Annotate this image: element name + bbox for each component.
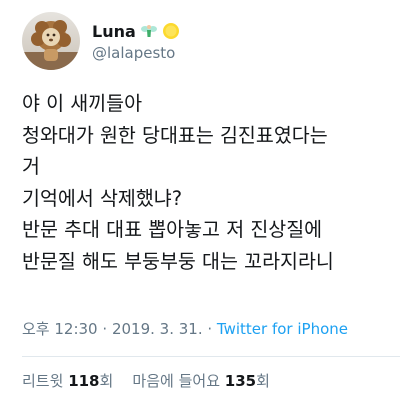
likes-stat[interactable]: 마음에 들어요 135회 <box>132 372 269 390</box>
sun-icon <box>162 22 180 40</box>
tweet-time[interactable]: 오후 12:30 <box>22 320 98 338</box>
tweet-line: 거 <box>22 155 40 178</box>
tweet-date[interactable]: 2019. 3. 31. <box>112 320 203 338</box>
tweet-line: 반문질 해도 부둥부둥 대는 꼬라지라니 <box>22 249 334 273</box>
avatar[interactable] <box>22 12 80 70</box>
retweets-count: 118 <box>68 372 100 390</box>
meta-separator: · <box>207 320 217 338</box>
fairy-icon <box>140 22 158 40</box>
user-handle[interactable]: @lalapesto <box>92 44 175 62</box>
tweet-card: Luna @lalapesto 야 이 새끼들아 청와대가 원한 당대표는 김진… <box>0 0 400 400</box>
tweet-line: 야 이 새끼들아 <box>22 92 143 115</box>
tweet-stats: 리트윗 118회 마음에 들어요 135회 <box>22 370 270 391</box>
tweet-line: 청와대가 원한 당대표는 김진표였다는 <box>22 123 328 147</box>
divider <box>22 356 400 357</box>
retweets-unit: 회 <box>99 372 114 390</box>
meta-separator: · <box>102 320 112 338</box>
likes-label: 마음에 들어요 <box>132 372 220 390</box>
tweet-meta: 오후 12:30 · 2019. 3. 31. · Twitter for iP… <box>22 318 348 339</box>
tweet-line: 기억에서 삭제했냐? <box>22 186 183 210</box>
tweet-text: 야 이 새끼들아 청와대가 원한 당대표는 김진표였다는 거 기억에서 삭제했냐… <box>22 88 392 277</box>
tweet-source-link[interactable]: Twitter for iPhone <box>217 320 348 338</box>
likes-unit: 회 <box>256 372 270 390</box>
tweet-line: 반문 추대 대표 뽑아놓고 저 진상질에 <box>22 218 323 241</box>
display-name[interactable]: Luna <box>92 22 136 41</box>
retweets-label: 리트윗 <box>22 372 64 390</box>
name-row: Luna <box>92 18 180 44</box>
likes-count: 135 <box>224 372 257 390</box>
lion-doll-avatar-image <box>22 12 80 70</box>
retweets-stat[interactable]: 리트윗 118회 <box>22 372 118 390</box>
